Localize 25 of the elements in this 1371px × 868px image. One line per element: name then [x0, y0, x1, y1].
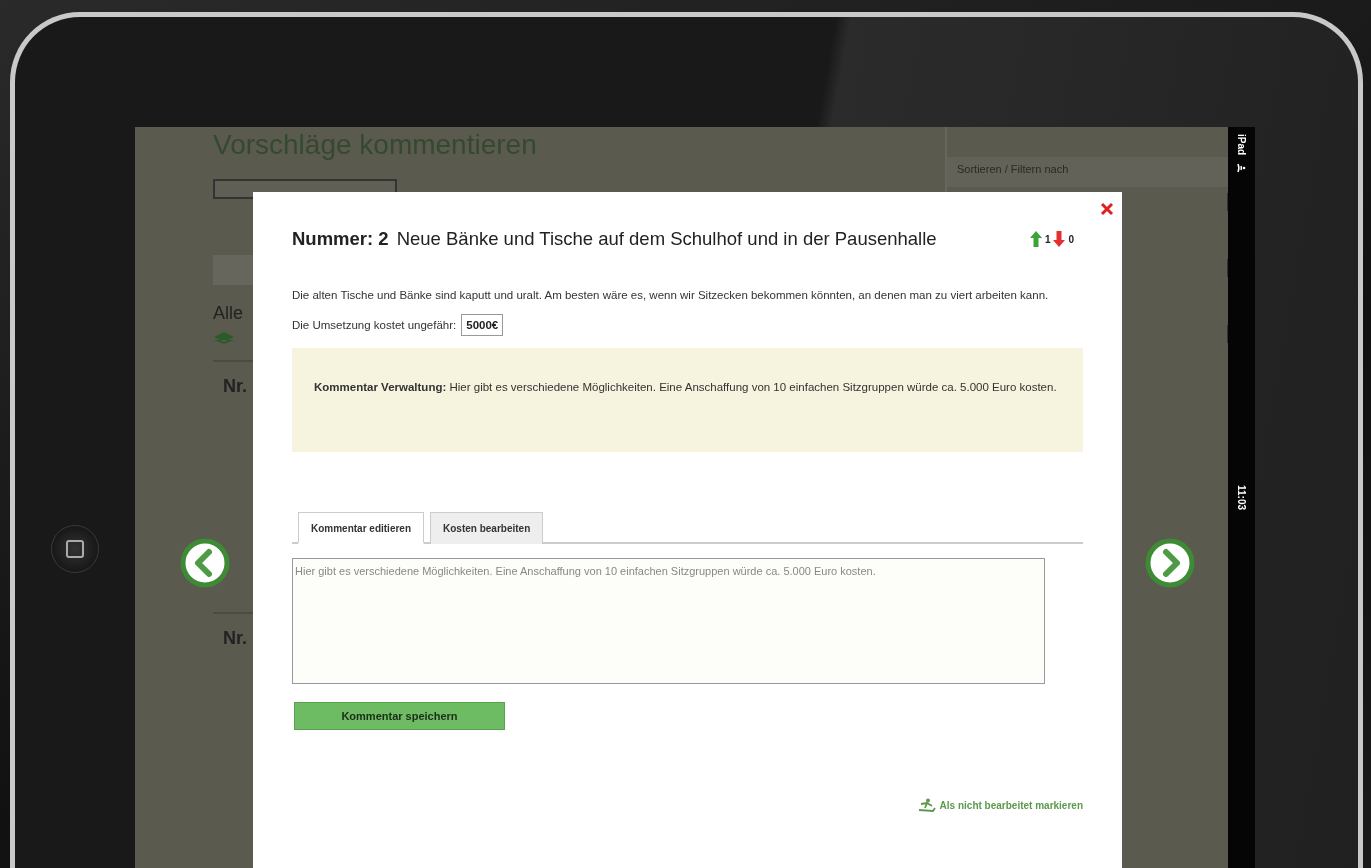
cost-value: 5000€	[461, 314, 504, 336]
proposal-number: Nummer: 2	[292, 228, 389, 250]
downvote-count: 0	[1068, 233, 1074, 245]
comment-input[interactable]: Hier gibt es verschiedene Möglichkeiten. Eine Anschaffung von 10 einfachen Sitzgruppen würde ca. 5.000 Euro kosten.	[292, 558, 1045, 684]
tab[interactable]: Kommentar editieren	[298, 512, 425, 544]
cost-label: Die Umsetzung kostet ungefähr:	[292, 319, 457, 331]
mark-unprocessed-link[interactable]: Als nicht bearbeitet markieren	[917, 798, 1083, 812]
stack-icon	[213, 332, 235, 344]
proposal-number: Nr.	[223, 376, 247, 397]
close-icon	[1100, 202, 1114, 216]
upvote-count: 1	[1044, 233, 1051, 245]
proposal-title: Neue Bänke und Tische auf dem Schulhof und in der Pausenhalle	[396, 228, 937, 250]
tab[interactable]: Kosten bearbeiten	[430, 512, 544, 544]
down-arrow-icon	[1053, 231, 1066, 247]
proposal-number: Nr.	[223, 628, 247, 649]
person-icon	[917, 798, 936, 812]
up-arrow-icon	[1029, 231, 1042, 247]
section-heading: Alle	[213, 303, 243, 324]
wifi-icon	[1235, 162, 1248, 174]
admin-comment: Kommentar Verwaltung: Hier gibt es verschiedene Möglichkeiten. Eine Anschaffung von 10 einfachen Sitzgruppen würde ca. 5.000 Euro kosten.	[314, 380, 1058, 395]
save-comment-button[interactable]: Kommentar speichern	[294, 702, 505, 730]
proposal-description: Die alten Tische und Bänke sind kaputt und uralt. Am besten wäre es, wenn wir Sitzecken bekommen könnten, an denen man zu viert arbeiten kann.	[292, 288, 1050, 303]
home-button[interactable]	[51, 525, 99, 573]
device-name: iPad	[1236, 133, 1247, 156]
status-time: 11:03	[1236, 485, 1247, 510]
